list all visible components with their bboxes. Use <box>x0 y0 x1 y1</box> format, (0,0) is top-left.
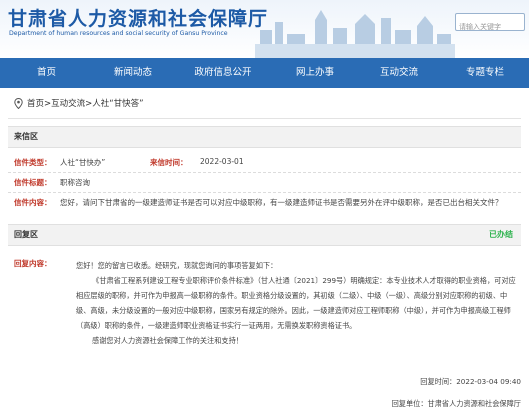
site-subtitle: Department of human resources and social… <box>9 30 228 37</box>
breadcrumb-text[interactable]: 首页>互动交流>人社“甘快答” <box>27 97 144 109</box>
letter-time-value: 2022-03-01 <box>200 157 244 166</box>
site-header: 甘肃省人力资源和社会保障厅 Department of human resour… <box>0 0 529 58</box>
reply-closing: 感谢您对人力资源社会保障工作的关注和支持！ <box>92 336 243 345</box>
site-title: 甘肃省人力资源和社会保障厅 <box>8 8 269 30</box>
reply-unit: 回复单位：甘肃省人力资源和社会保障厅 <box>391 399 521 408</box>
search-box[interactable] <box>455 13 525 34</box>
breadcrumb: 首页>互动交流>人社“甘快答” <box>14 97 144 109</box>
page: 甘肃省人力资源和社会保障厅 Department of human resour… <box>0 0 529 417</box>
nav-item-news[interactable]: 新闻动态 <box>93 58 173 88</box>
reply-section-label: 回复区 <box>14 230 38 239</box>
letter-content-label: 信件内容： <box>14 198 52 207</box>
city-skyline-illustration <box>255 10 455 58</box>
letter-time-label: 来信时间： <box>150 158 188 167</box>
nav-item-gov-info[interactable]: 政府信息公开 <box>173 58 273 88</box>
letter-content-value: 您好，请问下甘肃省的一级建造师证书是否可以对应中级职称，有一级建造师证书是否需要… <box>60 198 503 207</box>
divider <box>8 192 521 193</box>
letter-title-label: 信件标题： <box>14 178 52 187</box>
nav-item-home[interactable]: 首页 <box>0 58 93 88</box>
reply-greeting: 您好！您的留言已收悉。经研究，现就您询问的事项答复如下： <box>76 261 278 270</box>
status-badge: 已办结 <box>489 230 513 239</box>
letter-section-label: 来信区 <box>14 132 38 141</box>
reply-content: 您好！您的留言已收悉。经研究，现就您询问的事项答复如下： 《甘肃省工程系列建设工… <box>76 258 516 348</box>
search-input[interactable] <box>456 20 524 34</box>
letter-type-value: 人社“甘快办” <box>60 158 106 167</box>
divider <box>8 172 521 173</box>
reply-content-label: 回复内容： <box>14 259 52 268</box>
location-pin-icon <box>14 97 23 109</box>
nav-item-interaction[interactable]: 互动交流 <box>357 58 441 88</box>
reply-paragraph: 《甘肃省工程系列建设工程专业职称评价条件标准》（甘人社通〔2021〕299号）明… <box>76 276 516 330</box>
letter-section-header: 来信区 <box>8 126 521 148</box>
letter-title-value: 职称咨询 <box>60 178 90 187</box>
reply-section-header: 回复区 已办结 <box>8 224 521 246</box>
divider <box>8 118 521 119</box>
main-nav: 首页 新闻动态 政府信息公开 网上办事 互动交流 专题专栏 <box>0 58 529 88</box>
nav-item-online-services[interactable]: 网上办事 <box>273 58 357 88</box>
letter-type-label: 信件类型： <box>14 158 52 167</box>
reply-time: 回复时间：2022-03-04 09:40 <box>420 377 521 386</box>
nav-item-special-topics[interactable]: 专题专栏 <box>441 58 529 88</box>
